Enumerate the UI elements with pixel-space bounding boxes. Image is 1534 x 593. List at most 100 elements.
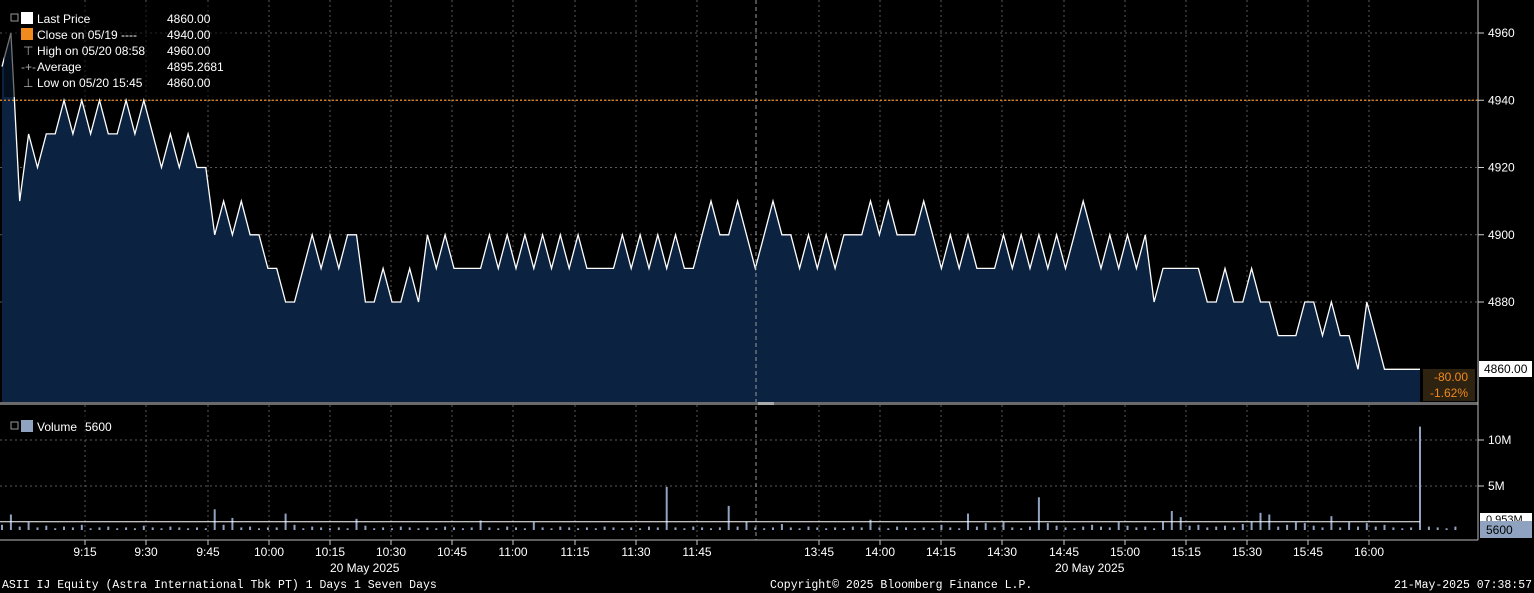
volume-legend-label: Volume <box>37 420 77 434</box>
volume-bar <box>905 527 907 530</box>
volume-bar <box>54 528 57 530</box>
volume-bar <box>648 526 650 530</box>
volume-bar <box>391 528 393 530</box>
volume-bar <box>435 528 438 530</box>
volume-bar <box>249 526 252 530</box>
volume-bar <box>222 524 225 530</box>
volume-bar <box>63 526 65 530</box>
volume-bar <box>603 526 606 530</box>
volume-bar <box>1037 497 1040 530</box>
volume-bar <box>470 527 473 530</box>
time-tick-label: 14:45 <box>1049 545 1079 559</box>
volume-bar <box>346 528 349 530</box>
volume-bars <box>1 426 1457 530</box>
volume-bar <box>1020 528 1023 530</box>
volume-bar <box>559 526 562 530</box>
change-box: -80.00 -1.62% <box>1423 369 1475 401</box>
volume-bar <box>1427 526 1430 530</box>
volume-bar <box>692 526 695 530</box>
time-tick-label: 14:15 <box>926 545 956 559</box>
volume-bar <box>125 527 128 530</box>
volume-bar <box>577 528 580 530</box>
volume-bar <box>1073 528 1076 530</box>
volume-bar <box>1029 526 1031 530</box>
volume-bar <box>834 527 837 530</box>
time-tick-label: 14:00 <box>865 545 895 559</box>
time-axis: 9:15 9:30 9:45 10:00 10:15 10:30 10:45 11:00 11:… <box>73 540 1384 559</box>
volume-bar <box>293 524 296 530</box>
time-tick-label: 11:45 <box>682 545 711 559</box>
volume-axis: 10M 5M 0.953M 5600 <box>1478 433 1532 538</box>
volume-bar <box>896 526 899 530</box>
volume-bar <box>302 528 305 530</box>
volume-bar <box>1365 523 1368 530</box>
time-tick-label: 15:00 <box>1110 545 1140 559</box>
volume-bar <box>1454 526 1457 530</box>
volume-bar <box>36 527 39 530</box>
volume-bar <box>656 527 659 530</box>
volume-bar <box>754 527 757 530</box>
price-tick-label: 4940 <box>1488 93 1515 107</box>
time-tick-label: 15:15 <box>1171 545 1201 559</box>
volume-bar <box>763 528 766 530</box>
volume-legend: Volume 5600 <box>4 415 122 437</box>
volume-bar <box>665 486 668 530</box>
volume-bar <box>612 527 615 530</box>
volume-bar <box>550 528 553 530</box>
time-tick-label: 10:15 <box>315 545 345 559</box>
legend-average-label: Average <box>37 60 82 74</box>
volume-bar <box>825 528 828 530</box>
volume-bar <box>1348 522 1351 530</box>
volume-bar <box>1383 524 1386 530</box>
volume-bar <box>178 527 181 530</box>
price-tick-label: 4920 <box>1488 161 1515 175</box>
volume-bar <box>736 526 739 530</box>
volume-bar <box>506 526 509 530</box>
volume-bar <box>674 527 677 530</box>
volume-bar <box>1002 522 1005 530</box>
time-tick-label: 11:30 <box>621 545 650 559</box>
panel-resize-handle[interactable] <box>758 402 774 405</box>
volume-bar <box>337 527 340 530</box>
panel-separator[interactable] <box>0 402 1478 405</box>
volume-bar <box>355 518 358 530</box>
footer-timestamp: 21-May-2025 07:38:57 <box>1394 579 1532 592</box>
volume-bar <box>373 528 376 530</box>
volume-bar <box>213 509 216 530</box>
date-label-right: 20 May 2025 <box>1055 561 1125 575</box>
volume-bar <box>45 525 48 530</box>
volume-bar <box>417 528 420 530</box>
volume-bar <box>1330 516 1333 530</box>
volume-tick-5m: 5M <box>1488 479 1505 493</box>
volume-bar <box>869 519 872 530</box>
volume-bar <box>1303 523 1306 530</box>
volume-bar <box>133 528 136 530</box>
date-label-left: 20 May 2025 <box>330 561 400 575</box>
volume-bar <box>1357 526 1359 530</box>
average-marker-icon: -+- <box>21 60 36 74</box>
volume-bar <box>1170 511 1173 530</box>
volume-bar <box>196 527 198 530</box>
volume-bar <box>453 527 455 530</box>
volume-bar <box>382 527 385 530</box>
volume-bar <box>18 526 21 530</box>
volume-bar <box>142 525 145 530</box>
change-percent: -1.62% <box>1430 386 1468 400</box>
time-tick-label: 9:45 <box>196 545 220 559</box>
volume-bar <box>1277 526 1280 530</box>
volume-bar <box>80 524 83 530</box>
price-volume-chart: 4960 4940 4920 4900 4880 4860.00 -80.00 -1.6… <box>0 0 1532 592</box>
last-price-swatch <box>21 12 33 24</box>
volume-bar <box>1321 527 1324 530</box>
volume-bar <box>1011 527 1014 530</box>
volume-bar <box>727 505 730 530</box>
volume-bar <box>1436 527 1439 530</box>
volume-bar <box>887 528 890 530</box>
legend-last-price-label: Last Price <box>37 12 91 26</box>
volume-bar <box>1082 526 1085 530</box>
volume-bar <box>621 528 624 530</box>
volume-bar <box>116 528 119 530</box>
volume-bar <box>541 527 544 530</box>
volume-bar <box>913 528 916 530</box>
volume-bar <box>851 526 854 530</box>
